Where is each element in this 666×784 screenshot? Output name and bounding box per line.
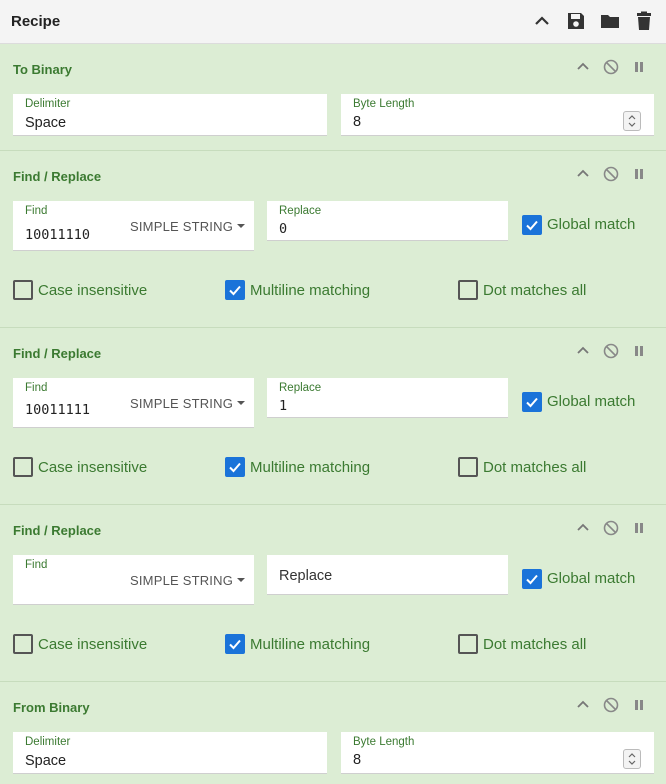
case-insensitive-checkbox[interactable]: [13, 634, 33, 654]
replace-placeholder: Replace: [279, 568, 333, 584]
chevron-up-icon[interactable]: [531, 10, 553, 32]
op-find-replace: Find / Replace Find 10011111 SIMPLE STRI…: [0, 328, 666, 505]
field-label: Replace: [279, 382, 322, 394]
field-label: Byte Length: [353, 98, 415, 110]
op-title: Find / Replace: [13, 523, 102, 538]
number-stepper[interactable]: [623, 749, 641, 769]
field-label: Find: [25, 382, 48, 394]
op-title: Find / Replace: [13, 169, 102, 184]
case-insensitive-checkbox[interactable]: [13, 280, 33, 300]
dot-matches-all-label[interactable]: Dot matches all: [483, 636, 586, 653]
field-value: 8: [353, 752, 362, 768]
chevron-up-icon[interactable]: [574, 342, 592, 360]
find-mode-dropdown[interactable]: SIMPLE STRING: [130, 573, 246, 588]
dot-matches-all-checkbox[interactable]: [458, 457, 478, 477]
multiline-checkbox[interactable]: [225, 457, 245, 477]
disable-icon[interactable]: [602, 165, 620, 183]
case-insensitive-label[interactable]: Case insensitive: [38, 459, 147, 476]
op-title: To Binary: [13, 62, 72, 77]
caret-down-icon: [237, 577, 246, 582]
multiline-label[interactable]: Multiline matching: [250, 636, 370, 653]
byte-length-field[interactable]: Byte Length 8: [341, 732, 654, 774]
global-match-checkbox[interactable]: [522, 569, 542, 589]
field-label: Find: [25, 205, 48, 217]
disable-icon[interactable]: [602, 696, 620, 714]
field-label: Byte Length: [353, 736, 415, 748]
multiline-label[interactable]: Multiline matching: [250, 459, 370, 476]
field-value: 10011110: [25, 227, 91, 243]
global-match-label[interactable]: Global match: [547, 393, 635, 410]
chevron-up-icon[interactable]: [574, 58, 592, 76]
disable-icon[interactable]: [602, 342, 620, 360]
case-insensitive-checkbox[interactable]: [13, 457, 33, 477]
pause-icon[interactable]: [630, 519, 648, 537]
recipe-title: Recipe: [11, 13, 61, 30]
case-insensitive-label[interactable]: Case insensitive: [38, 636, 147, 653]
number-stepper[interactable]: [623, 111, 641, 131]
caret-down-icon: [237, 223, 246, 228]
byte-length-field[interactable]: Byte Length 8: [341, 94, 654, 136]
chevron-up-icon[interactable]: [574, 519, 592, 537]
chevron-up-icon[interactable]: [574, 165, 592, 183]
field-label: Delimiter: [25, 736, 71, 748]
disable-icon[interactable]: [602, 58, 620, 76]
delimiter-field[interactable]: Delimiter Space: [13, 94, 327, 136]
dropdown-label: SIMPLE STRING: [130, 573, 234, 588]
op-title: Find / Replace: [13, 346, 102, 361]
multiline-label[interactable]: Multiline matching: [250, 282, 370, 299]
case-insensitive-label[interactable]: Case insensitive: [38, 282, 147, 299]
dropdown-label: SIMPLE STRING: [130, 396, 234, 411]
op-find-replace: Find / Replace Find SIMPLE STRING Replac…: [0, 505, 666, 682]
dot-matches-all-label[interactable]: Dot matches all: [483, 282, 586, 299]
field-label: Delimiter: [25, 98, 71, 110]
op-from-binary: From Binary Delimiter Space Byte Length …: [0, 682, 666, 784]
field-value: Space: [25, 753, 67, 769]
op-find-replace: Find / Replace Find 10011110 SIMPLE STRI…: [0, 151, 666, 328]
op-to-binary: To Binary Delimiter Space Byte Length 8: [0, 44, 666, 151]
field-value: 8: [353, 114, 362, 130]
find-mode-dropdown[interactable]: SIMPLE STRING: [130, 396, 246, 411]
dropdown-label: SIMPLE STRING: [130, 219, 234, 234]
global-match-checkbox[interactable]: [522, 215, 542, 235]
delimiter-field[interactable]: Delimiter Space: [13, 732, 327, 774]
save-icon[interactable]: [565, 10, 587, 32]
dot-matches-all-checkbox[interactable]: [458, 280, 478, 300]
replace-field[interactable]: Replace: [267, 555, 508, 595]
field-value: 10011111: [25, 402, 91, 418]
dot-matches-all-label[interactable]: Dot matches all: [483, 459, 586, 476]
field-label: Replace: [279, 205, 322, 217]
find-mode-dropdown[interactable]: SIMPLE STRING: [130, 219, 246, 234]
caret-down-icon: [237, 400, 246, 405]
recipe-header: Recipe: [0, 0, 666, 44]
field-label: Find: [25, 559, 48, 571]
op-title: From Binary: [13, 700, 90, 715]
find-field[interactable]: Find SIMPLE STRING: [13, 555, 254, 605]
global-match-label[interactable]: Global match: [547, 216, 635, 233]
find-field[interactable]: Find 10011110 SIMPLE STRING: [13, 201, 254, 251]
disable-icon[interactable]: [602, 519, 620, 537]
replace-field[interactable]: Replace 0: [267, 201, 508, 241]
field-value: Space: [25, 115, 67, 131]
dot-matches-all-checkbox[interactable]: [458, 634, 478, 654]
global-match-label[interactable]: Global match: [547, 570, 635, 587]
trash-icon[interactable]: [633, 10, 655, 32]
field-value: 1: [279, 398, 288, 414]
replace-field[interactable]: Replace 1: [267, 378, 508, 418]
pause-icon[interactable]: [630, 58, 648, 76]
global-match-checkbox[interactable]: [522, 392, 542, 412]
multiline-checkbox[interactable]: [225, 280, 245, 300]
pause-icon[interactable]: [630, 342, 648, 360]
pause-icon[interactable]: [630, 165, 648, 183]
pause-icon[interactable]: [630, 696, 648, 714]
field-value: 0: [279, 221, 288, 237]
folder-icon[interactable]: [599, 10, 621, 32]
chevron-up-icon[interactable]: [574, 696, 592, 714]
multiline-checkbox[interactable]: [225, 634, 245, 654]
find-field[interactable]: Find 10011111 SIMPLE STRING: [13, 378, 254, 428]
